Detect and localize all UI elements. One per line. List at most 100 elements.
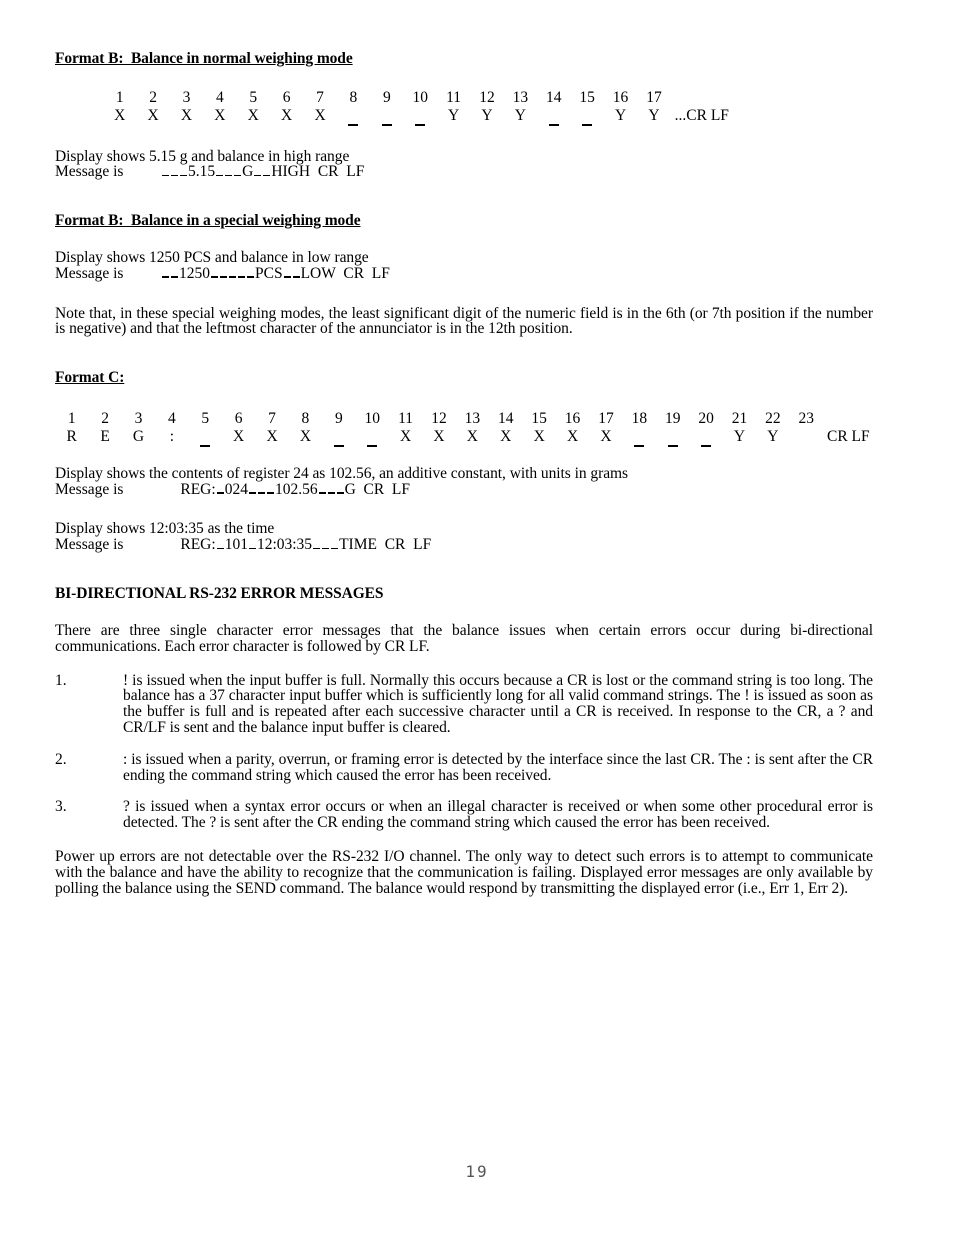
format-b-character: X [281,106,293,124]
format-c-position-number: 20 [698,410,714,428]
format-c-position-number: 22 [765,410,781,428]
format-c-character: X [500,427,512,445]
format-c-position-number: 16 [564,410,581,428]
format-c-character [356,429,389,447]
format-c-position-number: 4 [167,410,176,428]
format-b-special-heading: Format B: Balance in a special weighing … [55,212,361,230]
format-b-character [570,108,603,126]
format-b-character: X [180,106,193,124]
format-c-position-number: 17 [598,410,614,428]
format-b-position-number: 7 [316,89,324,106]
error-list-item-text: : is issued when a parity, overrun, or f… [123,750,873,784]
format-b-character [370,108,403,126]
format-c-character [656,429,689,447]
format-c-character: X [566,427,579,445]
format-b-character: X [314,106,326,124]
format-b-normal-message-label: Message is [55,163,124,181]
format-b-position-number: 1 [115,89,124,106]
format-b-position-number: 2 [149,89,157,106]
format-b-position-numbers-row: 1 2 3 4 5 6 7 8 9 10 11 12 13 14 15 16 17 [103,90,873,108]
page-number: 19 [465,1162,489,1181]
format-c-position-number: 1 [67,410,76,428]
format-b-normal-message-line: Message is 5.15 G HIGH CR LF [55,164,873,180]
format-c-character: X [233,427,245,445]
error-list-item-number: 1. [55,671,67,689]
format-b-tail: ...CR LF [674,106,729,124]
format-b-character [537,108,570,126]
format-c-character: Y [733,427,746,445]
format-b-position-number: 11 [446,89,462,106]
format-c-character: X [600,427,612,445]
format-c-example1-display-line: Display shows the contents of register 2… [55,464,629,482]
format-c-character [189,429,222,447]
format-b-character: Y [448,106,460,124]
format-b-position-number: 6 [282,89,291,106]
format-b-position-number: 10 [412,89,428,106]
format-b-character: X [247,106,259,124]
format-b-normal-heading: Format B: Balance in normal weighing mod… [55,50,353,67]
format-c-position-numbers-row: 1 2 3 4 5 6 7 8 9 10 11 12 13 14 15 16 17 18 19 20 21 22 23 [55,411,873,429]
error-list-item: 2. : is issued when a parity, overrun, o… [55,750,873,784]
format-c-position-number: 23 [798,410,815,428]
format-c-position-number: 6 [234,410,243,428]
format-b-position-number: 17 [646,89,662,106]
format-b-position-number: 8 [349,89,358,106]
format-b-position-number: 15 [579,89,595,106]
format-b-special-note: Note that, in these special weighing mod… [55,304,873,338]
format-c-position-number: 21 [731,410,748,428]
format-c-position-number: 13 [464,410,481,428]
format-c-position-number: 2 [101,410,109,428]
format-c-character: X [433,427,445,445]
format-c-character: : [169,427,175,445]
format-c-character [623,429,656,447]
format-b-special-display-line: Display shows 1250 PCS and balance in lo… [55,249,369,267]
format-c-position-number: 18 [631,410,648,428]
format-c-position-number: 3 [134,410,143,428]
format-c-position-number: 15 [531,410,547,428]
error-section-heading: BI-DIRECTIONAL RS-232 ERROR MESSAGES [55,584,384,602]
format-c-example1-message-line: Message is REG: 024 102.56 G CR LF [55,480,873,498]
format-c-position-number: 5 [201,410,210,428]
format-b-special-message-label: Message is [55,264,124,282]
format-c-position-number: 11 [398,410,414,428]
format-b-position-number: 4 [215,89,224,106]
format-c-characters-row: R E G: X X X X X X X X X X Y Y CR LF [55,427,873,447]
error-list-item-number: 3. [55,798,67,816]
error-list-item-text: ! is issued when the input buffer is ful… [123,671,873,736]
format-c-example1-message-label: Message is [55,480,124,498]
format-b-characters-row: X X X X X X X Y Y Y Y Y ...CR LF [103,106,873,126]
format-b-position-number: 13 [512,89,529,106]
format-c-position-number: 19 [664,410,681,428]
format-c-character: Y [767,427,779,445]
format-b-position-number: 5 [249,89,258,106]
format-b-character: Y [614,106,627,124]
format-b-normal-message-value: 5.15 G HIGH CR LF [162,163,365,181]
format-b-position-grid: 1 2 3 4 5 6 7 8 9 10 11 12 13 14 15 16 17 X X X X X X X Y Y Y Y Y..… [103,90,873,126]
format-b-position-number: 3 [182,89,191,106]
format-b-position-number: 16 [612,89,629,106]
format-b-character: X [114,106,126,124]
format-b-character: Y [648,106,660,124]
format-b-character: X [147,106,159,124]
format-b-normal-display-line: Display shows 5.15 g and balance in high… [55,147,350,165]
format-c-character: X [266,427,278,445]
format-c-character: G [132,427,145,445]
format-b-character [404,108,437,126]
format-c-position-number: 9 [334,410,343,428]
format-b-character: Y [514,106,526,124]
format-b-character: Y [481,106,493,124]
format-c-character: E [100,427,110,445]
format-c-character [689,429,722,447]
format-c-character: X [466,427,478,445]
format-b-special-message-line: Message is 1250 PCS LOW CR LF [55,264,873,282]
page-content: Format B: Balance in normal weighing mod… [55,50,873,896]
format-c-character: X [299,427,312,445]
error-list-item-number: 2. [55,750,67,768]
format-c-position-grid: 1 2 3 4 5 6 7 8 9 10 11 12 13 14 15 16 17 18 19 20 21 22 23 RE… [55,411,873,447]
format-b-character [337,108,370,126]
format-c-character: X [533,427,545,445]
format-c-example2-message-line: Message is REG: 101 12:03:35 TIME CR LF [55,537,873,553]
format-c-example2-message-value: REG: 101 12:03:35 TIME CR LF [161,536,432,554]
format-b-character: X [214,106,226,124]
error-list-item: 1. ! is issued when the input buffer is … [55,671,873,736]
